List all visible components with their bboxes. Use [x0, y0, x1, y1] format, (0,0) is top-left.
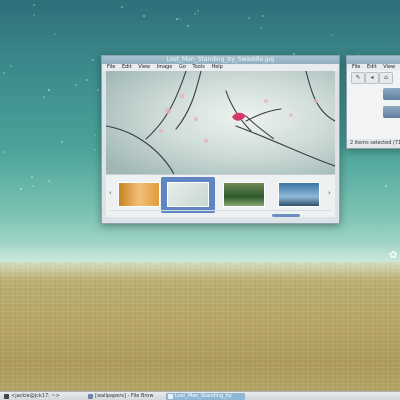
sky-speckle	[186, 25, 189, 28]
viewer-titlebar[interactable]: Lost_Man_Standing_by_Swaddle.jpg	[102, 56, 339, 64]
sky-speckle	[9, 64, 12, 67]
sky-speckle	[385, 185, 388, 188]
sky-speckle	[19, 187, 22, 190]
task-terminal-label: <jackie@jck17: ~>	[11, 393, 60, 399]
sky-speckle	[47, 179, 50, 182]
task-image-viewer[interactable]: Lost_Man_Standing_by	[166, 393, 245, 400]
sky-speckle	[121, 5, 123, 8]
sky-speckle	[248, 17, 251, 20]
thumbnail-3[interactable]	[223, 182, 265, 207]
thumbs-left-arrow-icon[interactable]: ‹	[109, 189, 112, 197]
sky-speckle	[61, 141, 64, 144]
thumbnail-2[interactable]	[167, 182, 209, 207]
sky-speckle	[75, 83, 78, 86]
folder-icon[interactable]	[383, 106, 400, 118]
desktop-grass	[0, 262, 400, 400]
browser-menu-file[interactable]: File	[352, 64, 360, 71]
sky-speckle	[97, 88, 100, 91]
thumbnail-4[interactable]	[278, 182, 320, 207]
task-file-browser[interactable]: [wallpapers] - File Brow	[86, 393, 170, 400]
browser-menu-edit[interactable]: Edit	[367, 64, 377, 71]
sky-speckle	[194, 12, 197, 15]
sky-speckle	[91, 59, 94, 62]
sky-speckle	[330, 33, 333, 36]
main-image	[106, 71, 335, 174]
home-icon[interactable]: ⌂	[379, 72, 393, 84]
browser-status-bar: 2 items selected (71	[347, 139, 400, 148]
back-arrow-icon[interactable]: ◂	[365, 72, 379, 84]
desktop-fog	[0, 244, 400, 278]
sky-speckle	[85, 78, 88, 81]
browser-titlebar[interactable]	[347, 56, 400, 64]
sky-speckle	[31, 175, 34, 178]
sky-speckle	[31, 185, 34, 188]
sky-speckle	[196, 10, 199, 13]
sky-speckle	[43, 95, 46, 98]
thumbnail-1[interactable]	[118, 182, 160, 207]
edit-pencil-icon[interactable]: ✎	[351, 72, 365, 84]
task-file-browser-label: [wallpapers] - File Brow	[95, 393, 154, 399]
menu-image[interactable]: Image	[157, 64, 173, 71]
menu-file[interactable]: File	[107, 64, 115, 71]
viewer-menubar: File Edit View Image Go Tools Help	[102, 64, 339, 71]
menu-view[interactable]: View	[138, 64, 150, 71]
sky-speckle	[261, 15, 264, 18]
sky-speckle	[94, 148, 97, 151]
sky-speckle	[54, 32, 57, 35]
menu-tools[interactable]: Tools	[193, 64, 205, 71]
sky-speckle	[32, 13, 35, 16]
thumbs-scrollbar[interactable]	[272, 214, 300, 217]
sky-speckle	[179, 18, 182, 21]
strip-divider	[110, 210, 331, 211]
menu-help[interactable]: Help	[211, 64, 222, 71]
sky-speckle	[2, 71, 5, 74]
image-icon	[168, 394, 173, 399]
sky-speckle	[143, 15, 146, 18]
thumbs-right-arrow-icon[interactable]: ›	[328, 189, 331, 197]
branch-photo	[106, 71, 335, 174]
sky-speckle	[3, 151, 6, 154]
menu-edit[interactable]: Edit	[122, 64, 132, 71]
sky-speckle	[259, 27, 262, 30]
task-image-viewer-label: Lost_Man_Standing_by	[175, 393, 232, 399]
terminal-icon	[4, 394, 9, 399]
sky-speckle	[32, 4, 35, 7]
image-viewer-window[interactable]: Lost_Man_Standing_by_Swaddle.jpg File Ed…	[101, 55, 340, 224]
desktop-flower-icon: ✿	[389, 250, 398, 261]
browser-menubar: File Edit View	[347, 64, 400, 71]
sky-speckle	[93, 134, 96, 137]
menu-go[interactable]: Go	[179, 64, 186, 71]
file-browser-window[interactable]: File Edit View ✎ ◂ ⌂ 2 items selected (7…	[346, 55, 400, 149]
thumbnail-strip: ‹ ›	[106, 174, 335, 217]
task-terminal[interactable]: <jackie@jck17: ~>	[2, 393, 89, 400]
browser-menu-view[interactable]: View	[383, 64, 395, 71]
folder-icon	[88, 394, 93, 399]
folder-icon[interactable]	[383, 88, 400, 100]
sky-speckle	[48, 88, 51, 91]
sky-speckle	[175, 17, 178, 20]
desktop: ✿ Lost_Man_Standing_by_Swaddle.jpg File …	[0, 0, 400, 400]
taskbar: <jackie@jck17: ~> [wallpapers] - File Br…	[0, 391, 400, 400]
